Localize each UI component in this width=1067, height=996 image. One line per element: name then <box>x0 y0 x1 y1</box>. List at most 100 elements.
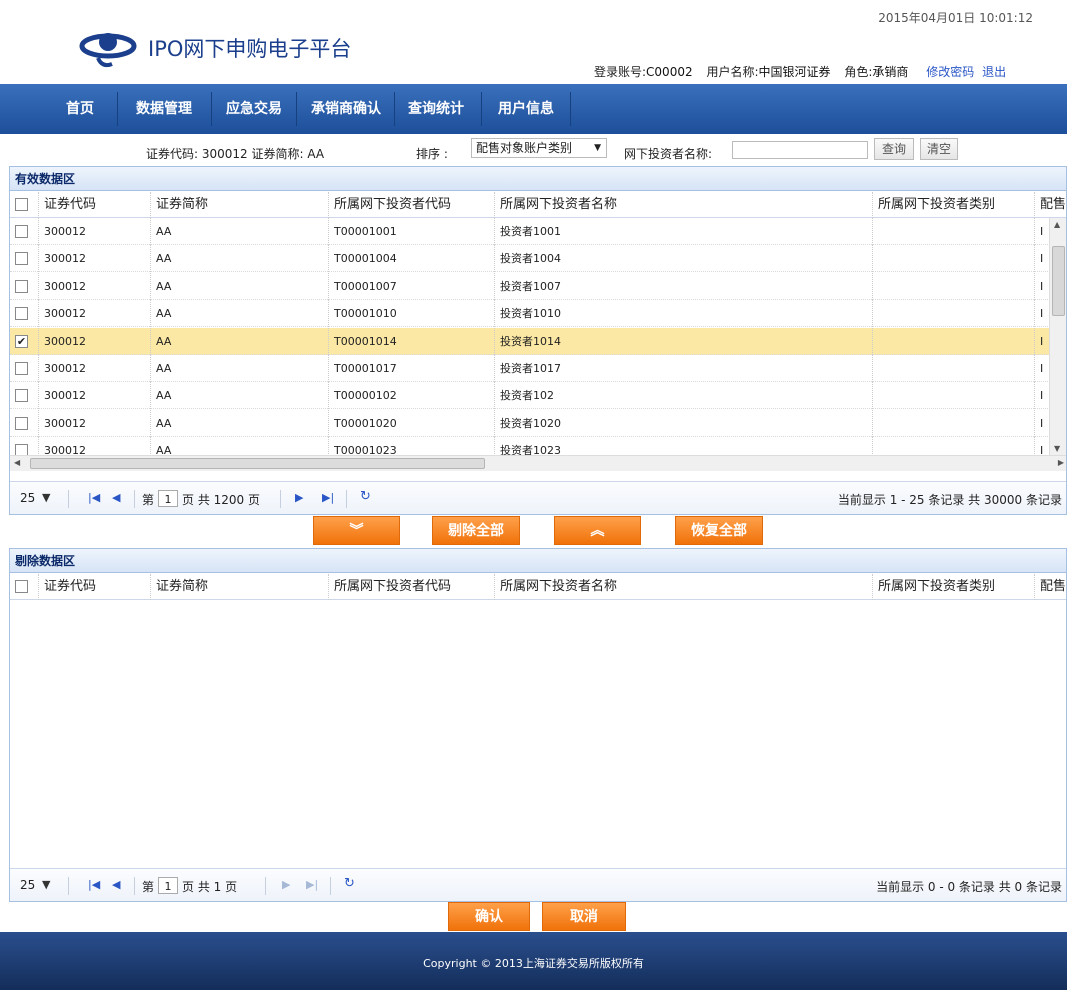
column-divider <box>328 574 329 600</box>
confirm-button[interactable]: 确认 <box>448 902 530 931</box>
page-number-input[interactable]: 1 <box>158 490 178 507</box>
refresh-icon[interactable]: ↻ <box>360 489 371 504</box>
page-size-value[interactable]: 25 <box>20 491 35 505</box>
row-checkbox[interactable] <box>15 416 28 430</box>
prev-page-icon[interactable]: ◀ <box>112 491 120 504</box>
page-size-dropdown-icon[interactable]: ▼ <box>42 878 50 891</box>
table-row[interactable]: 300012 AA T00000102 投资者102 I <box>10 382 1050 410</box>
table-row[interactable]: 300012 AA T00001001 投资者1001 I <box>10 218 1050 245</box>
column-divider <box>38 574 39 600</box>
security-info: 证券代码: 300012 证券简称: AA <box>146 147 325 161</box>
table-row[interactable]: 300012 AA T00001017 投资者1017 I <box>10 355 1050 382</box>
horizontal-scrollbar[interactable]: ◀ ▶ <box>10 455 1066 471</box>
cancel-button[interactable]: 取消 <box>542 902 626 931</box>
change-password-link[interactable]: 修改密码 <box>926 65 974 79</box>
nav-item-query-stats[interactable]: 查询统计 <box>400 84 472 134</box>
col-header-security-abbr[interactable]: 证券简称 <box>152 574 328 600</box>
select-all-checkbox[interactable] <box>15 198 28 211</box>
page-size-dropdown-icon[interactable]: ▼ <box>42 491 50 504</box>
scrollbar-thumb[interactable] <box>1052 246 1065 316</box>
nav-item-data-management[interactable]: 数据管理 <box>128 84 200 134</box>
col-header-investor-category[interactable]: 所属网下投资者类别 <box>874 192 1034 218</box>
chevron-down-icon: ▼ <box>594 143 601 153</box>
table-row[interactable]: 300012 AA T00001010 投资者1010 I <box>10 300 1050 328</box>
col-header-allotment[interactable]: 配售 <box>1036 192 1066 218</box>
column-divider <box>1034 355 1035 382</box>
page-number-input[interactable]: 1 <box>158 877 178 894</box>
nav-item-emergency-trading[interactable]: 应急交易 <box>218 84 290 134</box>
row-checkbox[interactable] <box>15 225 28 238</box>
col-header-allotment[interactable]: 配售 <box>1036 574 1066 600</box>
nav-item-user-info[interactable]: 用户信息 <box>490 84 562 134</box>
scroll-down-icon[interactable]: ▼ <box>1054 444 1060 453</box>
table-row[interactable]: ✔ 300012 AA T00001014 投资者1014 I <box>10 327 1050 355</box>
remove-all-button[interactable]: 剔除全部 <box>432 516 520 545</box>
user-name-label: 用户名称: <box>706 65 759 79</box>
refresh-icon[interactable]: ↻ <box>344 876 355 891</box>
col-header-security-code[interactable]: 证券代码 <box>40 192 150 218</box>
row-checkbox[interactable] <box>15 389 28 403</box>
col-header-security-abbr[interactable]: 证券简称 <box>152 192 328 218</box>
row-checkbox[interactable]: ✔ <box>15 334 28 348</box>
row-checkbox[interactable] <box>15 252 28 266</box>
next-page-icon[interactable]: ▶ <box>282 878 290 891</box>
table-row[interactable]: 300012 AA T00001020 投资者1020 I <box>10 409 1050 437</box>
column-divider <box>38 300 39 328</box>
col-header-investor-category[interactable]: 所属网下投资者类别 <box>874 574 1034 600</box>
prev-page-icon[interactable]: ◀ <box>112 878 120 891</box>
page-size-value[interactable]: 25 <box>20 878 35 892</box>
table-row[interactable]: 300012 AA T00001007 投资者1007 I <box>10 272 1050 300</box>
cell-security-code: 300012 <box>44 279 86 293</box>
logout-link[interactable]: 退出 <box>982 65 1006 79</box>
page-prefix: 第 <box>142 493 155 507</box>
scroll-up-icon[interactable]: ▲ <box>1054 220 1060 229</box>
scroll-left-icon[interactable]: ◀ <box>14 458 20 467</box>
scroll-right-icon[interactable]: ▶ <box>1058 458 1064 467</box>
first-page-icon[interactable]: |◀ <box>88 878 100 891</box>
first-page-icon[interactable]: |◀ <box>88 491 100 504</box>
cell-security-abbr: AA <box>156 279 172 293</box>
valid-pager: 25 ▼ |◀ ◀ 第 1 页 共 1200 页 ▶ ▶| ↻ 当前显示 1 -… <box>10 481 1066 514</box>
role-value: 承销商 <box>872 65 909 79</box>
nav-item-underwriter-confirm[interactable]: 承销商确认 <box>303 84 389 134</box>
next-page-icon[interactable]: ▶ <box>295 491 303 504</box>
nav-item-home[interactable]: 首页 <box>56 84 104 134</box>
sort-select[interactable]: 配售对象账户类别 ▼ <box>471 138 607 158</box>
clear-button[interactable]: 清空 <box>920 138 958 160</box>
row-checkbox[interactable] <box>15 362 28 375</box>
move-down-button[interactable]: ︾ <box>313 516 400 545</box>
restore-all-button[interactable]: 恢复全部 <box>675 516 763 545</box>
column-divider <box>494 327 495 355</box>
column-divider <box>872 192 873 218</box>
col-header-security-code[interactable]: 证券代码 <box>40 574 150 600</box>
removed-pager: 25 ▼ |◀ ◀ 第 1 页 共 1 页 ▶ ▶| ↻ 当前显示 0 - 0 … <box>10 868 1066 901</box>
nav-divider <box>296 92 297 126</box>
table-row[interactable]: 300012 AA T00001004 投资者1004 I <box>10 245 1050 273</box>
column-divider <box>328 300 329 328</box>
move-up-button[interactable]: ︽ <box>554 516 641 545</box>
row-checkbox[interactable] <box>15 279 28 293</box>
col-header-investor-name[interactable]: 所属网下投资者名称 <box>496 192 872 218</box>
cell-investor-category <box>874 245 1034 272</box>
col-header-investor-code[interactable]: 所属网下投资者代码 <box>330 574 494 600</box>
cell-investor-category <box>874 300 1034 327</box>
scrollbar-thumb[interactable] <box>30 458 485 469</box>
valid-table-header: 证券代码 证券简称 所属网下投资者代码 所属网下投资者名称 所属网下投资者类别 … <box>10 192 1066 218</box>
query-button[interactable]: 查询 <box>874 138 914 160</box>
cell-security-code: 300012 <box>44 416 86 430</box>
row-checkbox[interactable] <box>15 307 28 321</box>
col-header-investor-name[interactable]: 所属网下投资者名称 <box>496 574 872 600</box>
pager-divider <box>68 490 69 508</box>
select-all-checkbox[interactable] <box>15 580 28 593</box>
pager-divider <box>134 490 135 508</box>
cell-security-abbr: AA <box>156 334 172 348</box>
vertical-scrollbar[interactable]: ▲ ▼ <box>1049 218 1066 455</box>
last-page-icon[interactable]: ▶| <box>306 878 318 891</box>
column-divider <box>872 355 873 382</box>
col-header-investor-code[interactable]: 所属网下投资者代码 <box>330 192 494 218</box>
column-divider <box>150 409 151 437</box>
last-page-icon[interactable]: ▶| <box>322 491 334 504</box>
investor-name-input[interactable] <box>732 141 868 159</box>
cell-security-code: 300012 <box>44 389 86 403</box>
cell-security-code: 300012 <box>44 225 86 238</box>
